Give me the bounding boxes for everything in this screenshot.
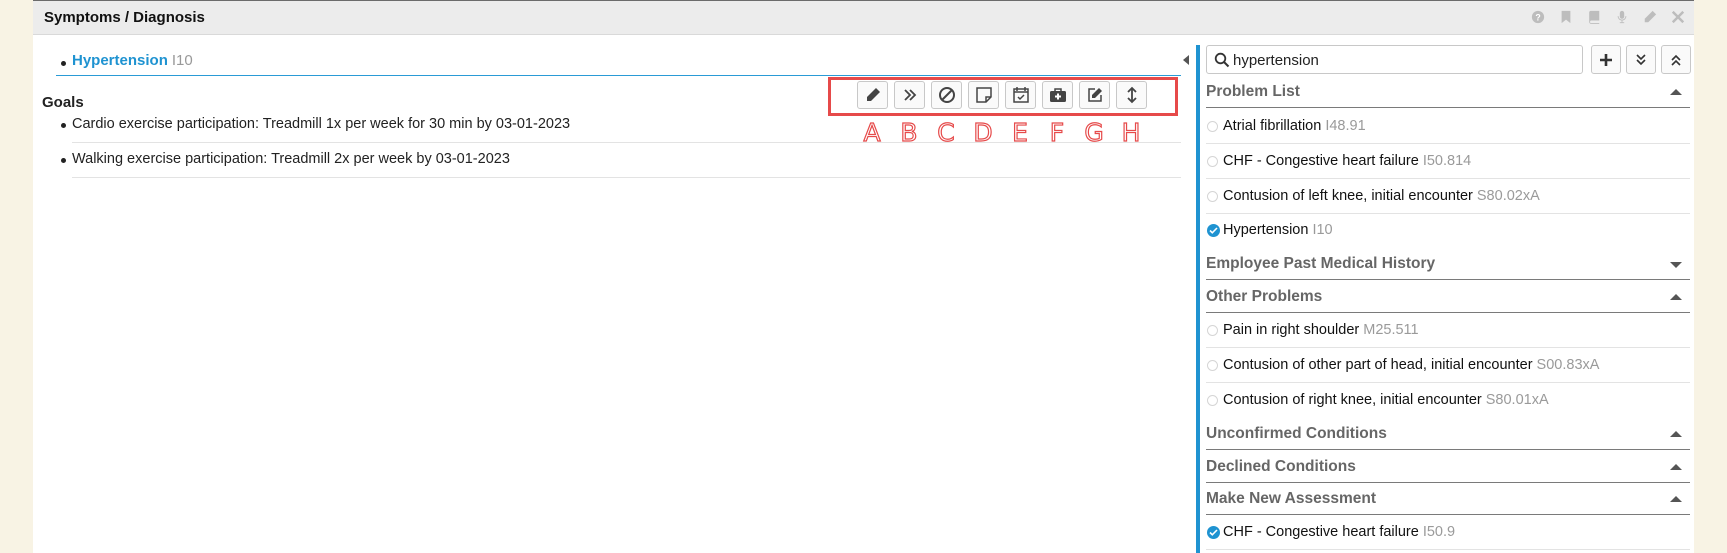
list-item[interactable]: Contusion of left knee, initial encounte… bbox=[1206, 179, 1690, 214]
double-chevron-up-icon bbox=[1671, 54, 1681, 66]
section-title: Make New Assessment bbox=[1206, 490, 1377, 507]
item-name: Atrial fibrillation bbox=[1223, 118, 1322, 134]
bullet bbox=[61, 123, 66, 128]
microphone-icon[interactable] bbox=[1614, 9, 1630, 25]
item-code: I10 bbox=[1312, 222, 1333, 238]
item-code: M25.511 bbox=[1363, 322, 1419, 338]
section-make-new-assessment[interactable]: Make New Assessment bbox=[1206, 482, 1690, 515]
double-chevron-down-icon bbox=[1636, 53, 1646, 65]
caret-up-icon bbox=[1670, 431, 1682, 437]
goal-text: Walking exercise participation: Treadmil… bbox=[72, 151, 510, 167]
symptoms-diagnosis-panel: Symptoms / Diagnosis ? HypertensionI10 bbox=[33, 0, 1694, 553]
check-circle-icon[interactable] bbox=[1207, 224, 1220, 237]
panel-header: Symptoms / Diagnosis ? bbox=[33, 1, 1694, 35]
unselected-circle-icon[interactable] bbox=[1207, 395, 1218, 406]
list-item[interactable]: Pain in right shoulder M25.511 bbox=[1206, 313, 1690, 348]
calendar-check-icon bbox=[1012, 87, 1029, 103]
note-button[interactable] bbox=[968, 81, 999, 109]
goal-item: Cardio exercise participation: Treadmill… bbox=[61, 108, 1181, 143]
unselected-circle-icon[interactable] bbox=[1207, 121, 1218, 132]
diagnosis-code: I10 bbox=[171, 52, 193, 69]
goal-text: Cardio exercise participation: Treadmill… bbox=[72, 116, 571, 132]
bullet bbox=[61, 158, 66, 163]
panel-divider bbox=[1196, 45, 1200, 553]
goal-item: Walking exercise participation: Treadmil… bbox=[61, 143, 1181, 178]
plus-icon bbox=[1600, 53, 1612, 66]
ban-icon bbox=[938, 87, 955, 103]
section-problem-list[interactable]: Problem List bbox=[1206, 75, 1690, 108]
search-input[interactable] bbox=[1233, 49, 1573, 71]
diagnosis-row: Hypertension I10 bbox=[56, 46, 1181, 76]
item-name: CHF - Congestive heart failure bbox=[1223, 524, 1419, 540]
item-code: S00.83xA bbox=[1536, 357, 1600, 373]
pencil-icon[interactable] bbox=[1642, 9, 1658, 25]
list-item[interactable]: Contusion of other part of head, initial… bbox=[1206, 348, 1690, 383]
section-unconfirmed-conditions[interactable]: Unconfirmed Conditions bbox=[1206, 417, 1690, 450]
list-item[interactable]: Contusion of right knee, initial encount… bbox=[1206, 383, 1690, 418]
section-title: Other Problems bbox=[1206, 288, 1323, 305]
list-item[interactable]: Atrial fibrillation I48.91 bbox=[1206, 109, 1690, 144]
double-chevron-right-icon bbox=[903, 89, 916, 101]
item-code: I50.814 bbox=[1422, 153, 1472, 169]
item-name: Hypertension bbox=[1223, 222, 1309, 238]
section-title: Unconfirmed Conditions bbox=[1206, 425, 1387, 442]
item-code: I48.91 bbox=[1325, 118, 1366, 134]
section-title: Employee Past Medical History bbox=[1206, 255, 1436, 272]
list-item[interactable]: CHF - Congestive heart failure I50.9 bbox=[1206, 515, 1690, 550]
vertical-arrows-icon bbox=[1126, 86, 1137, 104]
section-declined-conditions[interactable]: Declined Conditions bbox=[1206, 450, 1690, 483]
diagnosis-detail: Hypertension I10 A B C D E F G H Goals C… bbox=[33, 35, 1183, 553]
check-circle-icon[interactable] bbox=[1207, 526, 1220, 539]
item-name: Contusion of other part of head, initial… bbox=[1223, 357, 1533, 373]
edit-note-button[interactable] bbox=[1079, 81, 1110, 109]
close-icon[interactable] bbox=[1670, 9, 1686, 25]
schedule-button[interactable] bbox=[1005, 81, 1036, 109]
expand-all-button[interactable] bbox=[1626, 45, 1656, 74]
unselected-circle-icon[interactable] bbox=[1207, 191, 1218, 202]
bookmark-icon[interactable] bbox=[1558, 9, 1574, 25]
unselected-circle-icon[interactable] bbox=[1207, 360, 1218, 371]
book-icon[interactable] bbox=[1586, 9, 1602, 25]
medical-button[interactable] bbox=[1042, 81, 1073, 109]
item-name: Contusion of right knee, initial encount… bbox=[1223, 392, 1482, 408]
help-icon[interactable]: ? bbox=[1530, 9, 1546, 25]
item-code: S80.02xA bbox=[1476, 188, 1540, 204]
item-name: CHF - Congestive heart failure bbox=[1223, 153, 1419, 169]
section-other-problems[interactable]: Other Problems bbox=[1206, 280, 1690, 313]
bullet bbox=[61, 61, 66, 66]
item-name: Contusion of left knee, initial encounte… bbox=[1223, 188, 1473, 204]
unselected-circle-icon[interactable] bbox=[1207, 325, 1218, 336]
section-title: Declined Conditions bbox=[1206, 458, 1356, 475]
svg-text:?: ? bbox=[1535, 13, 1540, 23]
caret-up-icon bbox=[1670, 464, 1682, 470]
list-item[interactable]: CHF - Congestive heart failure I50.814 bbox=[1206, 144, 1690, 179]
caret-up-icon bbox=[1670, 89, 1682, 95]
caret-down-icon bbox=[1670, 262, 1682, 268]
sticky-note-icon bbox=[975, 87, 992, 103]
search-icon bbox=[1214, 52, 1230, 68]
collapse-all-button[interactable] bbox=[1661, 45, 1691, 74]
edit-square-icon bbox=[1087, 88, 1102, 102]
diagnosis-name[interactable]: Hypertension I10 bbox=[72, 52, 193, 69]
item-code: I50.9 bbox=[1422, 524, 1456, 540]
list-item[interactable]: Hypertension I10 bbox=[1206, 213, 1690, 248]
panel-title: Symptoms / Diagnosis bbox=[44, 9, 205, 26]
unselected-circle-icon[interactable] bbox=[1207, 156, 1218, 167]
header-icons: ? bbox=[1530, 9, 1686, 25]
section-title: Problem List bbox=[1206, 83, 1300, 100]
search-box bbox=[1206, 45, 1583, 74]
section-employee-past-medical-history[interactable]: Employee Past Medical History bbox=[1206, 247, 1690, 280]
medical-kit-icon bbox=[1049, 88, 1066, 102]
resize-button[interactable] bbox=[1116, 81, 1147, 109]
edit-button[interactable] bbox=[857, 81, 888, 109]
decline-button[interactable] bbox=[931, 81, 962, 109]
add-button[interactable] bbox=[1591, 45, 1621, 74]
item-code: S80.01xA bbox=[1485, 392, 1549, 408]
caret-up-icon bbox=[1670, 496, 1682, 502]
forward-button[interactable] bbox=[894, 81, 925, 109]
pencil-icon bbox=[866, 88, 880, 101]
caret-up-icon bbox=[1670, 294, 1682, 300]
item-name: Pain in right shoulder bbox=[1223, 322, 1360, 338]
collapse-panel-arrow-icon[interactable] bbox=[1183, 55, 1189, 65]
